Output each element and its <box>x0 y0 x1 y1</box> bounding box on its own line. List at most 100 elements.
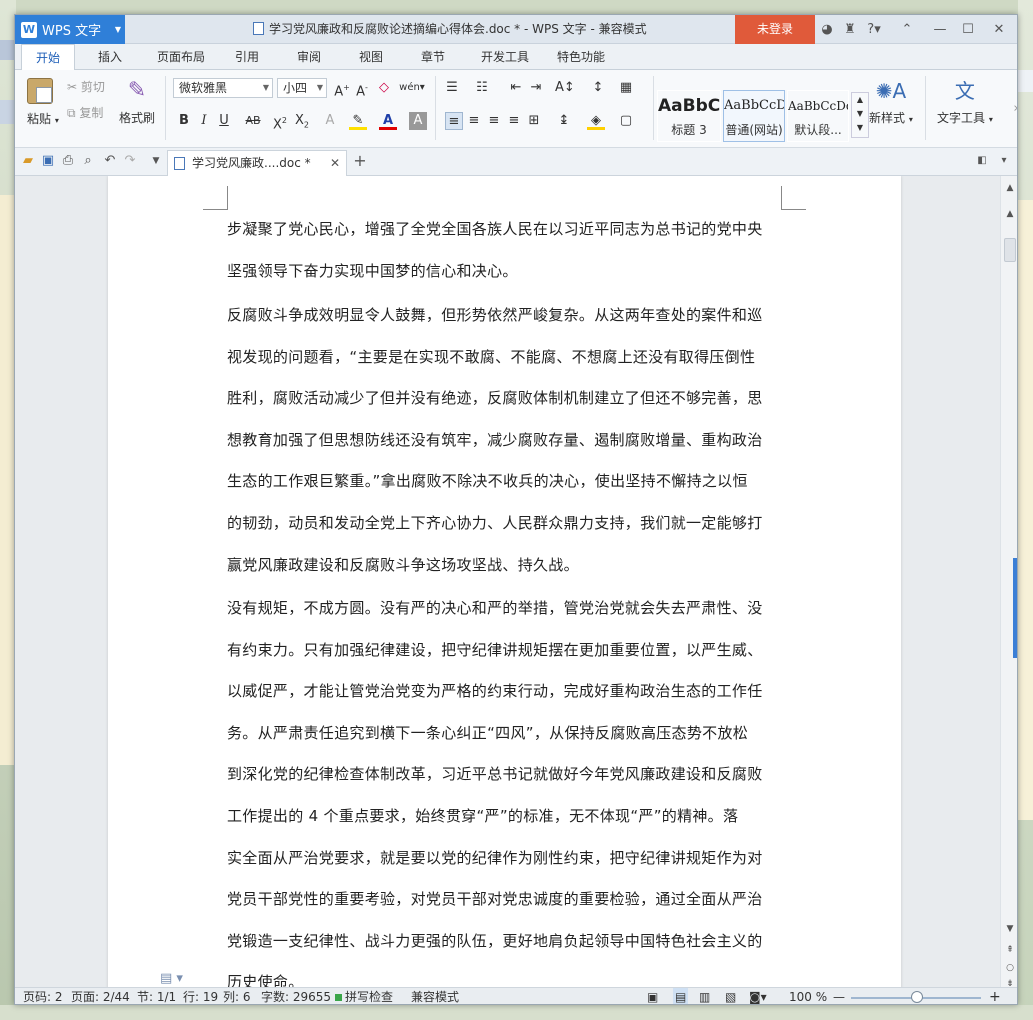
strikethrough-icon[interactable]: AB <box>241 112 265 130</box>
print-preview-icon[interactable]: ⌕ <box>79 152 97 170</box>
login-button[interactable]: 未登录 <box>735 15 815 44</box>
italic-icon[interactable]: I <box>195 112 213 130</box>
maximize-icon[interactable]: ☐ <box>959 15 977 44</box>
tab-view[interactable]: 视图 <box>349 44 393 70</box>
paragraph-marker-icon[interactable]: ▤ ▾ <box>160 971 183 986</box>
prev-page-icon[interactable]: ⇞ <box>1001 942 1017 958</box>
decrease-indent-icon[interactable]: ⇤ <box>507 79 525 97</box>
zoom-level[interactable]: 100 % <box>789 988 827 1004</box>
skin-icon[interactable]: ◕ <box>820 15 834 44</box>
page-view-icon[interactable]: ▤ <box>673 988 689 1004</box>
superscript-icon[interactable]: X2 <box>271 112 289 132</box>
fullscreen-view-icon[interactable]: ▣ <box>647 988 658 1004</box>
style-default-paragraph[interactable]: AaBbCcDd 默认段... <box>787 90 849 142</box>
spell-check-toggle[interactable]: 拼写检查 <box>335 988 393 1004</box>
scroll-up-icon[interactable]: ▲ <box>1001 206 1017 222</box>
style-heading-3[interactable]: AaBbC 标题 3 <box>657 90 721 142</box>
chevron-down-icon: ▼ <box>114 25 121 34</box>
subscript-icon[interactable]: X2 <box>293 112 311 130</box>
shrink-font-icon[interactable]: A- <box>353 79 371 99</box>
font-color-icon[interactable]: A <box>379 112 397 130</box>
zoom-in-icon[interactable]: + <box>989 988 1001 1004</box>
new-tab-icon[interactable]: + <box>351 152 369 170</box>
help-icon[interactable]: ?▾ <box>865 15 883 44</box>
scroll-down-icon[interactable]: ▼ <box>1001 921 1017 937</box>
sort-icon[interactable]: ↕ <box>589 79 607 97</box>
tab-developer[interactable]: 开发工具 <box>473 44 537 70</box>
paste-icon <box>27 78 53 104</box>
redo-icon[interactable]: ↷ <box>121 152 139 170</box>
tab-review[interactable]: 审阅 <box>287 44 331 70</box>
align-left-icon[interactable]: ≡ <box>445 112 463 130</box>
scroll-top-icon[interactable]: ▲ <box>1001 180 1017 196</box>
print-icon[interactable]: ⎙ <box>59 152 77 170</box>
text-effect-icon[interactable]: A <box>321 112 339 130</box>
tab-page-layout[interactable]: 页面布局 <box>149 44 213 70</box>
bold-icon[interactable]: B <box>175 112 193 130</box>
margin-corner-right <box>781 186 806 210</box>
scroll-thumb[interactable] <box>1004 238 1016 262</box>
shirt-icon[interactable]: ♜ <box>842 15 858 44</box>
tab-special-features[interactable]: 特色功能 <box>549 44 613 70</box>
ribbon-home: 粘贴 ▾ ✂ 剪切 ⧉ 复制 ✎ 格式刷 微软雅黑 ▼ 小四 ▼ A+ A- ◇ w… <box>15 70 1017 148</box>
align-center-icon[interactable]: ≡ <box>465 112 483 130</box>
numbered-list-icon[interactable]: ☷ <box>473 79 491 97</box>
outline-view-icon[interactable]: ▥ <box>699 988 710 1004</box>
font-size-select[interactable]: 小四 ▼ <box>277 78 327 98</box>
document-page[interactable]: 步凝聚了党心民心，增强了全党全国各族人民在以习近平同志为总书记的党中央 坚强领导… <box>108 176 901 987</box>
distributed-align-icon[interactable]: ⊞ <box>525 112 543 130</box>
close-tab-icon[interactable]: ✕ <box>330 151 340 175</box>
save-icon[interactable]: ▣ <box>39 152 57 170</box>
reading-view-icon[interactable]: ◙▾ <box>749 988 767 1004</box>
char-scale-icon[interactable]: A↕ <box>555 79 575 97</box>
select-browse-icon[interactable]: ○ <box>1001 960 1017 976</box>
style-normal-web[interactable]: AaBbCcD 普通(网站) <box>723 90 785 142</box>
paste-button[interactable]: 粘贴 ▾ <box>27 78 59 127</box>
styles-scroll-icon[interactable]: ▲ ▼ ▼ <box>851 92 869 138</box>
wps-app-menu-button[interactable]: W WPS 文字 ▼ <box>15 15 125 44</box>
phonetic-guide-icon[interactable]: wén▾ <box>399 79 425 97</box>
page-count[interactable]: 页面: 2/44 <box>71 988 130 1004</box>
justify-icon[interactable]: ≡ <box>505 112 523 130</box>
increase-indent-icon[interactable]: ⇥ <box>527 79 545 97</box>
text-tools-button[interactable]: 文 文字工具 ▾ <box>937 78 993 126</box>
document-icon <box>253 22 264 35</box>
restore-tab-icon[interactable]: ◧ <box>973 152 991 170</box>
tab-home[interactable]: 开始 <box>21 44 75 71</box>
collapse-ribbon-icon[interactable]: ⌃ <box>898 15 916 44</box>
zoom-slider-knob[interactable] <box>911 991 923 1003</box>
new-style-button[interactable]: ✺A 新样式 ▾ <box>869 78 913 126</box>
highlight-icon[interactable]: ✎ <box>349 112 367 130</box>
tab-menu-icon[interactable]: ▾ <box>995 152 1013 170</box>
tab-references[interactable]: 引用 <box>225 44 269 70</box>
close-icon[interactable]: ✕ <box>990 15 1008 44</box>
word-count[interactable]: 字数: 29655 <box>261 988 331 1004</box>
minimize-icon[interactable]: — <box>931 15 949 44</box>
cut-button[interactable]: ✂ 剪切 <box>67 78 105 95</box>
underline-icon[interactable]: U <box>215 112 233 130</box>
open-folder-icon[interactable]: ▰ <box>19 152 37 170</box>
font-name-select[interactable]: 微软雅黑 ▼ <box>173 78 273 98</box>
zoom-out-icon[interactable]: — <box>833 988 845 1004</box>
format-painter-button[interactable]: ✎ 格式刷 <box>119 78 155 126</box>
copy-icon: ⧉ <box>67 106 76 120</box>
paragraph-shading-icon[interactable]: ◈ <box>587 112 605 130</box>
quick-access-dropdown-icon[interactable]: ▼ <box>147 152 165 170</box>
tab-chapter[interactable]: 章节 <box>411 44 455 70</box>
document-tab[interactable]: 学习党风廉政....doc * ✕ <box>167 150 347 176</box>
task-pane-toggle[interactable] <box>1013 558 1017 658</box>
undo-icon[interactable]: ↶ <box>101 152 119 170</box>
char-shading-icon[interactable]: A <box>409 112 427 130</box>
web-view-icon[interactable]: ▧ <box>725 988 736 1004</box>
scissors-icon: ✂ <box>67 80 78 94</box>
copy-button[interactable]: ⧉ 复制 <box>67 104 103 121</box>
line-spacing-icon[interactable]: ↨ <box>555 112 573 130</box>
clear-format-icon[interactable]: ◇ <box>375 79 393 97</box>
ribbon-expand-icon[interactable]: › <box>1007 100 1017 118</box>
borders-icon[interactable]: ▢ <box>617 112 635 130</box>
table-grid-icon[interactable]: ▦ <box>617 79 635 97</box>
align-right-icon[interactable]: ≡ <box>485 112 503 130</box>
bullet-list-icon[interactable]: ☰ <box>443 79 461 97</box>
tab-insert[interactable]: 插入 <box>87 44 133 70</box>
grow-font-icon[interactable]: A+ <box>333 79 351 99</box>
